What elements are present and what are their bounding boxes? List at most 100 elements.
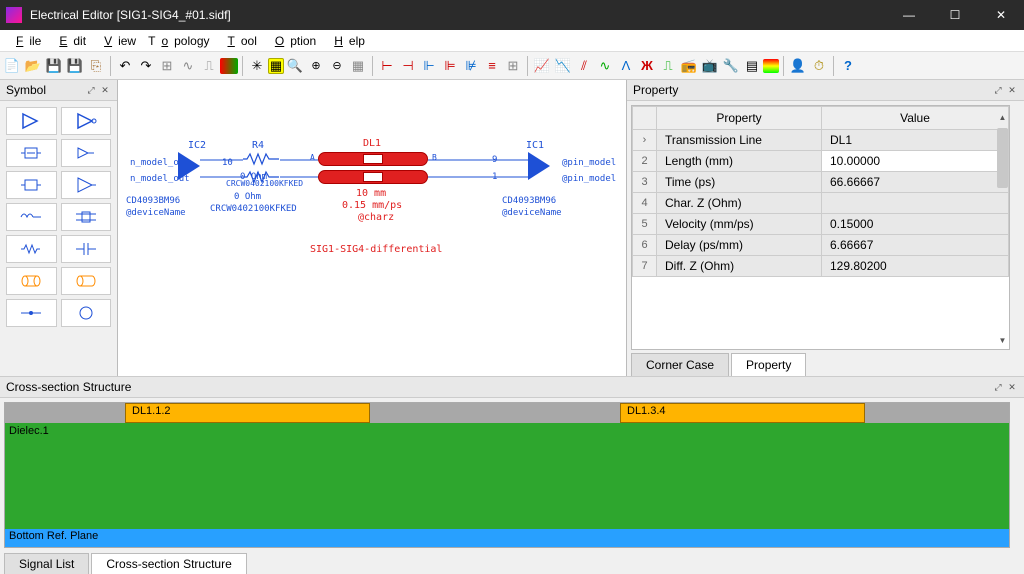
- symbol-cap[interactable]: [61, 235, 112, 263]
- menu-topology[interactable]: Topology: [142, 32, 215, 50]
- device1-icon[interactable]: 📻: [679, 56, 699, 76]
- symbol-amp[interactable]: [61, 171, 112, 199]
- menu-tool[interactable]: Tool: [216, 32, 263, 50]
- prop-key[interactable]: Velocity (mm/ps): [657, 214, 822, 235]
- net5-icon[interactable]: ⊯: [461, 56, 481, 76]
- color-icon[interactable]: [220, 58, 238, 74]
- net7-icon[interactable]: ⊞: [503, 56, 523, 76]
- pulse-icon[interactable]: ⎍: [199, 56, 219, 76]
- menu-view[interactable]: View: [92, 32, 142, 50]
- device2-icon[interactable]: 📺: [700, 56, 720, 76]
- prop-val[interactable]: [822, 193, 1009, 214]
- minimize-button[interactable]: —: [886, 0, 932, 30]
- device4-icon[interactable]: ▤: [742, 56, 762, 76]
- highlight-icon[interactable]: ▦: [268, 58, 284, 74]
- net1-icon[interactable]: ⊢: [377, 56, 397, 76]
- symbol-tline[interactable]: [6, 267, 57, 295]
- driver-ic2[interactable]: [178, 152, 200, 180]
- undock-icon[interactable]: ⤢: [992, 381, 1004, 393]
- prop-key[interactable]: Diff. Z (Ohm): [657, 256, 822, 277]
- scrollbar-thumb[interactable]: [997, 128, 1008, 188]
- new-icon[interactable]: 📄: [2, 56, 22, 76]
- menu-file[interactable]: File: [4, 32, 47, 50]
- symbol-buffer[interactable]: [6, 107, 57, 135]
- schematic-canvas[interactable]: IC2 IC1 R4 10 n_model_out n_model_out @p…: [118, 80, 626, 376]
- zoom-in-icon[interactable]: 🔍: [285, 56, 305, 76]
- net3-icon[interactable]: ⊩: [419, 56, 439, 76]
- tab-property[interactable]: Property: [731, 353, 806, 376]
- prop-val[interactable]: 10.00000: [822, 151, 1009, 172]
- open-icon[interactable]: 📂: [23, 56, 43, 76]
- undock-icon[interactable]: ⤢: [85, 84, 97, 96]
- symbol-coil[interactable]: [6, 203, 57, 231]
- tab-cross-section[interactable]: Cross-section Structure: [91, 553, 246, 574]
- analysis1-icon[interactable]: 📈: [532, 56, 552, 76]
- prop-val[interactable]: 66.66667: [822, 172, 1009, 193]
- tab-signal-list[interactable]: Signal List: [4, 553, 89, 574]
- save-all-icon[interactable]: 💾: [65, 56, 85, 76]
- close-panel-icon[interactable]: ✕: [1006, 381, 1018, 393]
- undo-icon[interactable]: ↶: [115, 56, 135, 76]
- prop-key[interactable]: Length (mm): [657, 151, 822, 172]
- col-value[interactable]: Value: [822, 107, 1009, 130]
- analysis5-icon[interactable]: Λ: [616, 56, 636, 76]
- symbol-diff[interactable]: [61, 203, 112, 231]
- net6-icon[interactable]: ≡: [482, 56, 502, 76]
- device3-icon[interactable]: 🔧: [721, 56, 741, 76]
- close-panel-icon[interactable]: ✕: [99, 84, 111, 96]
- model2-icon[interactable]: ⏱: [809, 56, 829, 76]
- prop-val[interactable]: 0.15000: [822, 214, 1009, 235]
- net4-icon[interactable]: ⊫: [440, 56, 460, 76]
- prop-key[interactable]: Time (ps): [657, 172, 822, 193]
- close-panel-icon[interactable]: ✕: [1006, 84, 1018, 96]
- grid-icon[interactable]: ▦: [348, 56, 368, 76]
- scroll-up-icon[interactable]: ▲: [997, 110, 1008, 124]
- select-icon[interactable]: ✳: [247, 56, 267, 76]
- symbol-tx1[interactable]: [6, 139, 57, 167]
- symbol-tx2[interactable]: [61, 139, 112, 167]
- receiver-ic1[interactable]: [528, 152, 550, 180]
- symbol-circle[interactable]: [61, 299, 112, 327]
- redo-icon[interactable]: ↷: [136, 56, 156, 76]
- maximize-button[interactable]: ☐: [932, 0, 978, 30]
- help-icon[interactable]: ?: [838, 56, 858, 76]
- analysis3-icon[interactable]: ⫽: [574, 56, 594, 76]
- prop-val[interactable]: 6.66667: [822, 235, 1009, 256]
- prop-key[interactable]: Transmission Line: [657, 130, 822, 151]
- menu-option[interactable]: Option: [263, 32, 322, 50]
- prop-key[interactable]: Char. Z (Ohm): [657, 193, 822, 214]
- scroll-down-icon[interactable]: ▼: [997, 333, 1008, 347]
- zoom-minus-icon[interactable]: ⊖: [327, 56, 347, 76]
- analysis4-icon[interactable]: ∿: [595, 56, 615, 76]
- net2-icon[interactable]: ⊣: [398, 56, 418, 76]
- xsection-view[interactable]: DL1.1.2 DL1.3.4 Dielec.1 Bottom Ref. Pla…: [4, 402, 1010, 548]
- prop-val[interactable]: DL1: [822, 130, 1009, 151]
- prop-key[interactable]: Delay (ps/mm): [657, 235, 822, 256]
- trace-dl1-1-2[interactable]: DL1.1.2: [125, 403, 370, 423]
- symbol-box1[interactable]: [6, 171, 57, 199]
- analysis2-icon[interactable]: 📉: [553, 56, 573, 76]
- analysis6-icon[interactable]: Ж: [637, 56, 657, 76]
- dl1-line-top[interactable]: [318, 152, 428, 166]
- menu-help[interactable]: Help: [322, 32, 371, 50]
- symbol-node[interactable]: [6, 299, 57, 327]
- close-button[interactable]: ✕: [978, 0, 1024, 30]
- symbol-res[interactable]: [6, 235, 57, 263]
- export-icon[interactable]: ⎘: [86, 56, 106, 76]
- undock-icon[interactable]: ⤢: [992, 84, 1004, 96]
- model1-icon[interactable]: 👤: [788, 56, 808, 76]
- analysis7-icon[interactable]: ⎍: [658, 56, 678, 76]
- tab-corner-case[interactable]: Corner Case: [631, 353, 729, 376]
- waveform-icon[interactable]: ∿: [178, 56, 198, 76]
- col-property[interactable]: Property: [657, 107, 822, 130]
- prop-val[interactable]: 129.80200: [822, 256, 1009, 277]
- menu-edit[interactable]: Edit: [47, 32, 92, 50]
- symbol-buffer2[interactable]: [61, 107, 112, 135]
- grid1-icon[interactable]: ⊞: [157, 56, 177, 76]
- save-icon[interactable]: 💾: [44, 56, 64, 76]
- device5-icon[interactable]: [763, 59, 779, 73]
- dl1-line-bot[interactable]: [318, 170, 428, 184]
- property-table[interactable]: Property Value › Transmission Line DL12 …: [632, 106, 1009, 277]
- zoom-plus-icon[interactable]: ⊕: [306, 56, 326, 76]
- trace-dl1-3-4[interactable]: DL1.3.4: [620, 403, 865, 423]
